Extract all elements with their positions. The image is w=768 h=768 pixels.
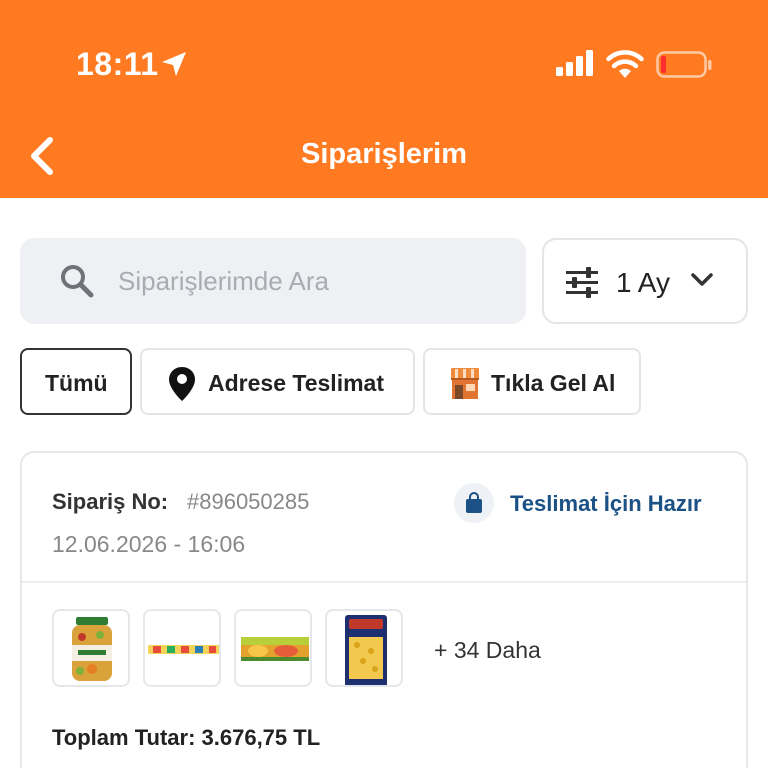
filter-chip-address-delivery[interactable]: Adrese Teslimat	[140, 348, 415, 415]
pasta-pack-image	[345, 615, 387, 685]
product-thumbnail[interactable]	[143, 609, 221, 687]
store-icon	[451, 368, 479, 399]
status-icon-badge	[454, 483, 494, 523]
order-card[interactable]: Sipariş No: #896050285 12.06.2026 - 16:0…	[20, 451, 748, 768]
cellular-signal-icon	[556, 50, 593, 76]
filter-chip-all[interactable]: Tümü	[20, 348, 132, 415]
status-time: 18:11	[76, 46, 159, 82]
chevron-down-icon	[691, 273, 713, 286]
pickle-jar-image	[72, 617, 112, 681]
filter-chip-label: Tümü	[45, 370, 108, 396]
more-items-label[interactable]: + 34 Daha	[434, 637, 541, 664]
order-total: Toplam Tutar: 3.676,75 TL	[52, 725, 321, 750]
order-date: 12.06.2026 - 16:06	[52, 531, 246, 557]
order-number-label: Sipariş No:	[52, 489, 169, 514]
cheese-box-image	[241, 637, 309, 661]
candy-stick-image	[148, 645, 219, 654]
location-arrow-icon	[162, 52, 186, 76]
search-icon	[61, 265, 94, 298]
battery-icon	[656, 51, 712, 78]
search-placeholder: Siparişlerimde Ara	[118, 266, 329, 296]
filter-chip-label: Tıkla Gel Al	[491, 370, 616, 396]
order-number: #896050285	[187, 489, 310, 514]
product-thumbnail[interactable]	[234, 609, 312, 687]
shopping-bag-icon	[466, 492, 482, 513]
wifi-icon	[606, 50, 644, 78]
divider	[22, 581, 746, 583]
period-filter-button[interactable]: 1 Ay	[542, 238, 748, 324]
filter-sliders-icon	[566, 267, 598, 298]
header-bar: 18:11 Siparişlerim	[0, 0, 768, 198]
location-pin-icon	[169, 367, 195, 401]
page-title: Siparişlerim	[300, 138, 468, 170]
search-input[interactable]: Siparişlerimde Ara	[20, 238, 526, 324]
product-thumbnail[interactable]	[325, 609, 403, 687]
period-value: 1 Ay	[616, 267, 670, 298]
product-thumbnail[interactable]	[52, 609, 130, 687]
filter-chip-label: Adrese Teslimat	[208, 370, 384, 396]
filter-chip-click-collect[interactable]: Tıkla Gel Al	[423, 348, 641, 415]
order-status: Teslimat İçin Hazır	[510, 491, 702, 516]
